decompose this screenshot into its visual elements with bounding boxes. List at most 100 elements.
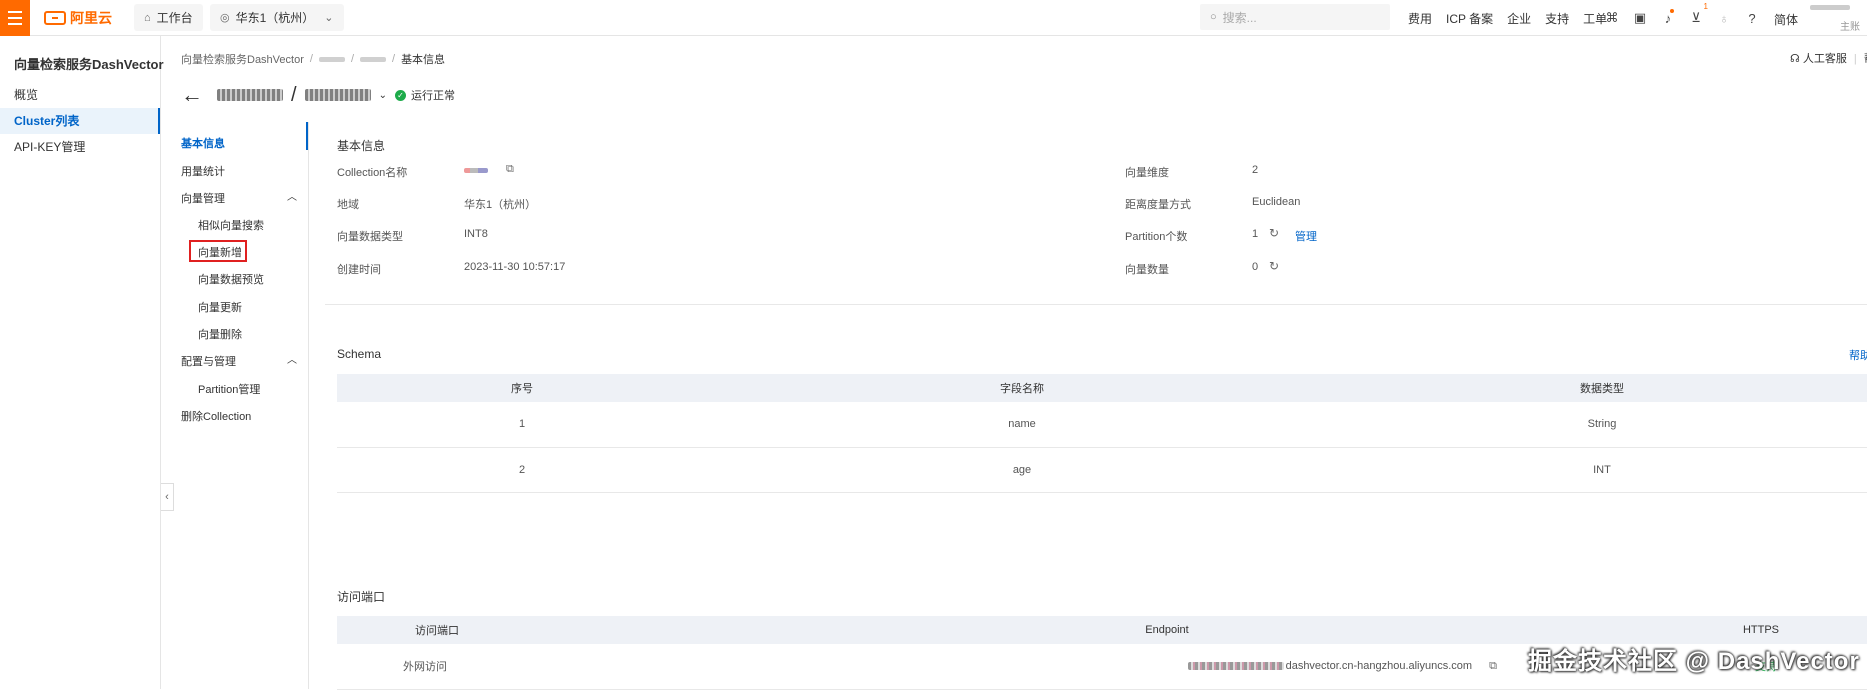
table-cell: age [707,447,1337,493]
schema-table: 序号 字段名称 数据类型 1 name String 2 age INT [337,374,1867,493]
aliyun-logo-icon [44,11,66,25]
menu-icon[interactable] [0,0,30,36]
subnav-update[interactable]: 向量更新 [198,299,242,315]
table-cell: String [1337,402,1867,448]
sidebar-item-overview[interactable]: 概览 [0,82,160,108]
table-row: 1 name String [337,402,1867,448]
region-selector[interactable]: ◎ 华东1（杭州） ⌄ [210,4,344,31]
top-nav-links: 费用 ICP 备案 企业 支持 工单 [1408,0,1621,36]
chevron-down-icon[interactable]: ⌄ [379,90,387,101]
metric-label: 距离度量方式 [1125,199,1191,211]
count-value: 0 [1252,261,1259,273]
subnav-delete[interactable]: 向量删除 [198,326,242,342]
created-label: 创建时间 [337,264,381,276]
page-header: ← / ⌄ ✓ 运行正常 [181,82,455,108]
language-switch[interactable]: 简体 [1774,11,1798,28]
table-cell: 1 [337,402,707,448]
help-icon[interactable]: ? [1738,11,1766,26]
cluster-name-blurred [217,89,283,101]
image-icon[interactable]: ▣ [1626,10,1654,26]
search-icon: ○ [1210,11,1217,23]
table-header-row: 序号 字段名称 数据类型 [337,374,1867,402]
subnav-similar-search[interactable]: 相似向量搜索 [198,217,264,233]
column-header: 字段名称 [707,374,1337,402]
collection-name-label: Collection名称 [337,167,408,179]
region-label: 地域 [337,199,359,211]
subnav-vector-mgmt[interactable]: 向量管理 [181,190,225,206]
logo-text: 阿里云 [70,10,112,26]
cloud-shell-icon[interactable]: ⌘ [1598,10,1626,26]
home-icon: ⌂ [144,11,151,24]
copy-icon[interactable]: ⧉ [1489,660,1497,672]
cart-icon[interactable]: ⊻ 1 [1682,2,1710,26]
subnav-delete-collection[interactable]: 删除Collection [181,408,251,424]
chevron-up-icon[interactable]: ︿ [287,351,297,366]
subnav-basic-info[interactable]: 基本信息 [181,135,225,151]
highlight-box [189,240,247,262]
schema-title: Schema [337,347,382,361]
access-title: 访问端口 [337,590,386,604]
column-header: 访问端口 [337,616,817,644]
back-arrow-icon[interactable]: ← [181,84,203,106]
workbench-label: 工作台 [156,11,193,25]
subnav-preview[interactable]: 向量数据预览 [198,271,264,287]
column-header: 数据类型 [1337,374,1867,402]
breadcrumb-cluster-blurred[interactable] [318,56,345,62]
column-header: HTTPS [1517,616,1867,644]
table-cell: 2 [337,447,707,493]
subnav-usage[interactable]: 用量统计 [181,163,225,179]
title-separator: / [291,83,297,106]
sidebar-item-cluster-list[interactable]: Cluster列表 [0,108,160,134]
top-right-links: ☊ 人工客服 | 帮 [1790,50,1867,66]
support-link[interactable]: 人工客服 [1803,53,1847,65]
subnav-partition-mgmt[interactable]: Partition管理 [198,381,260,397]
table-cell: name [707,402,1337,448]
dtype-value: INT8 [464,228,488,240]
section-divider [325,304,1867,305]
schema-help-link[interactable]: 帮助 [1849,347,1867,363]
table-header-row: 访问端口 Endpoint HTTPS [337,616,1867,644]
nav-link-icp[interactable]: ICP 备案 [1446,10,1493,27]
endpoint-cell: dashvector.cn-hangzhou.aliyuncs.com ⧉ [817,644,1517,690]
bell-icon[interactable]: ♪ [1654,8,1682,26]
nav-link-support[interactable]: 支持 [1545,10,1569,27]
breadcrumb-collection-blurred[interactable] [360,56,386,62]
sidebar-item-api-key[interactable]: API-KEY管理 [0,134,160,160]
workbench-button[interactable]: ⌂ 工作台 [134,4,203,31]
subnav-config-mgmt[interactable]: 配置与管理 [181,353,236,369]
subnav-active-indicator [306,122,308,150]
refresh-icon[interactable]: ↻ [1269,259,1279,273]
status-check-icon: ✓ [394,89,406,101]
account-menu[interactable]: 主账 [1810,5,1867,33]
partition-label: Partition个数 [1125,231,1188,243]
collapse-sidebar-handle[interactable]: ‹ [161,483,174,511]
nav-link-fees[interactable]: 费用 [1408,10,1432,27]
chevron-up-icon[interactable]: ︿ [287,188,297,203]
table-cell: INT [1337,447,1867,493]
breadcrumb-root[interactable]: 向量检索服务DashVector [181,51,304,67]
endpoint-text: dashvector.cn-hangzhou.aliyuncs.com [1285,659,1473,672]
port-cell: 外网访问 [337,644,817,690]
top-bar: 阿里云 ⌂ 工作台 ◎ 华东1（杭州） ⌄ ○ 搜索... 费用 ICP 备案 … [0,0,1867,36]
search-input[interactable]: ○ 搜索... [1200,4,1390,30]
partition-manage-link[interactable]: 管理 [1295,228,1317,244]
endpoint-prefix-blurred [1187,661,1284,670]
product-sidebar: 向量检索服务DashVector 概览 Cluster列表 API-KEY管理 [0,36,164,689]
copy-icon[interactable]: ⧉ [506,163,514,176]
aliyun-logo[interactable]: 阿里云 [44,9,112,27]
location-icon: ◎ [220,12,230,24]
nav-link-enterprise[interactable]: 企业 [1507,10,1531,27]
account-name-blurred [1810,5,1850,10]
refresh-icon[interactable]: ↻ [1269,226,1279,240]
top-nav-icons: ⌘ ▣ ♪ ⊻ 1 ♁ ? [1598,0,1766,36]
cart-count: 1 [1703,2,1708,11]
search-placeholder: 搜索... [1222,10,1257,25]
partition-value: 1 [1252,228,1259,240]
dimension-value: 2 [1252,164,1259,176]
account-role: 主账 [1840,22,1860,33]
dimension-label: 向量维度 [1125,167,1169,179]
column-header: Endpoint [817,616,1517,644]
lightbulb-icon[interactable]: ♁ [1710,11,1738,26]
headset-icon: ☊ [1790,53,1800,65]
region-label: 华东1（杭州） [235,11,315,25]
